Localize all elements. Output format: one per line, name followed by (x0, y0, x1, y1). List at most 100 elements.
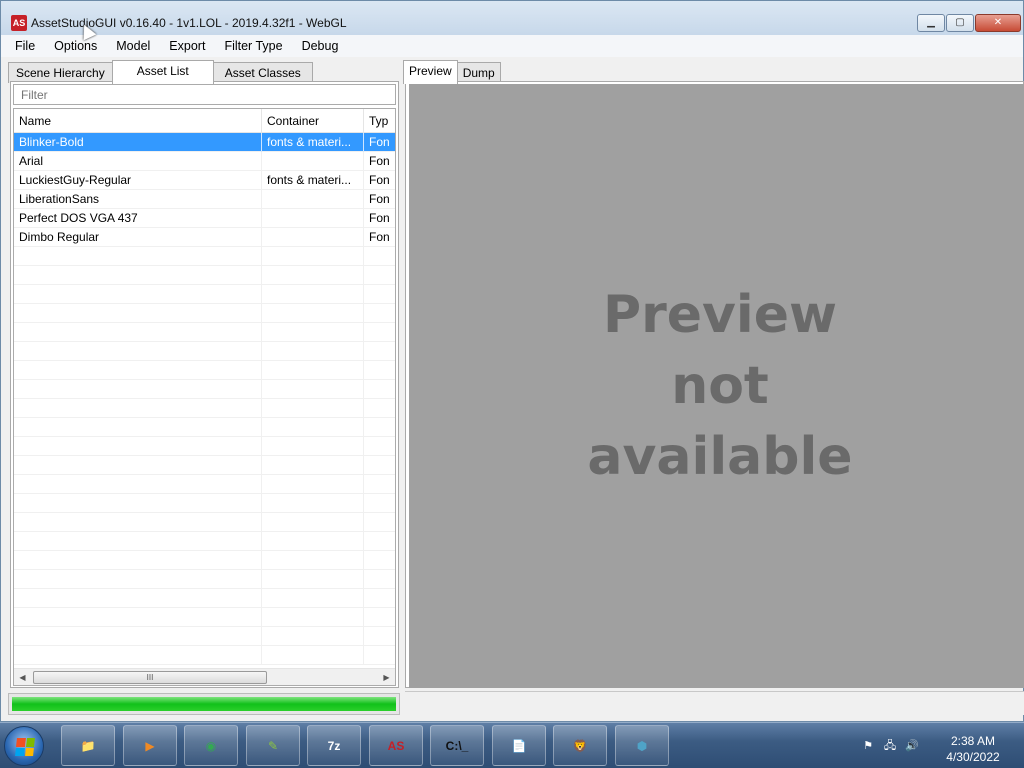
left-tab-strip: Scene Hierarchy Asset List Asset Classes (8, 60, 313, 84)
menu-filter-type[interactable]: Filter Type (224, 39, 282, 53)
empty-cell (262, 266, 364, 285)
taskbar-windows-explorer-button[interactable]: 📁 (61, 725, 115, 766)
horizontal-scrollbar[interactable]: ◀ III ▶ (14, 668, 395, 685)
empty-cell (14, 646, 262, 665)
preview-pane: Preview not available (405, 81, 1024, 688)
preview-area: Preview not available (409, 84, 1024, 688)
taskbar-chrome-button[interactable]: ◉ (184, 725, 238, 766)
empty-row (14, 513, 395, 532)
menu-debug[interactable]: Debug (302, 39, 339, 53)
cell-container (262, 209, 364, 228)
preview-message: Preview not available (587, 285, 853, 487)
empty-cell (14, 475, 262, 494)
minimize-button[interactable]: ▁ (917, 14, 945, 32)
empty-cell (364, 266, 395, 285)
empty-row (14, 532, 395, 551)
menu-export[interactable]: Export (169, 39, 205, 53)
menu-file[interactable]: File (15, 39, 35, 53)
cell-container: fonts & materi... (262, 133, 364, 152)
notepad-plus-plus-icon: ✎ (267, 738, 279, 753)
table-row[interactable]: Blinker-Bold fonts & materi... Fon (14, 133, 395, 152)
empty-cell (364, 589, 395, 608)
column-header-container[interactable]: Container (262, 109, 364, 133)
menu-options[interactable]: Options (54, 39, 97, 53)
column-header-name[interactable]: Name (14, 109, 262, 133)
network-icon[interactable]: 🖧 (882, 738, 898, 754)
tab-dump[interactable]: Dump (456, 62, 501, 83)
empty-cell (364, 456, 395, 475)
tab-preview[interactable]: Preview (403, 60, 458, 84)
taskbar-assetstudio-button[interactable]: AS (369, 725, 423, 766)
taskbar-blocks-app-button[interactable]: ⬢ (615, 725, 669, 766)
table-row[interactable]: LuckiestGuy-Regular fonts & materi... Fon (14, 171, 395, 190)
empty-cell (262, 437, 364, 456)
table-row[interactable]: Arial Fon (14, 152, 395, 171)
title-bar[interactable]: AS AssetStudioGUI v0.16.40 - 1v1.LOL - 2… (1, 1, 1023, 35)
blocks-app-icon: ⬢ (636, 738, 648, 753)
taskbar-7zip-button[interactable]: 7z (307, 725, 361, 766)
status-bar (405, 691, 1024, 715)
asset-list-view[interactable]: Name Container Typ Blinker-Bold fonts & m… (13, 108, 396, 686)
scroll-right-icon[interactable]: ▶ (378, 669, 395, 685)
empty-cell (14, 380, 262, 399)
cell-container (262, 190, 364, 209)
app-icon: AS (11, 15, 27, 31)
empty-cell (262, 380, 364, 399)
tab-asset-list[interactable]: Asset List (111, 60, 214, 84)
table-row[interactable]: Perfect DOS VGA 437 Fon (14, 209, 395, 228)
cell-name: Perfect DOS VGA 437 (14, 209, 262, 228)
tab-asset-classes[interactable]: Asset Classes (212, 62, 313, 83)
chrome-icon: ◉ (205, 738, 217, 753)
tab-scene-hierarchy[interactable]: Scene Hierarchy (8, 62, 113, 83)
cell-name: Dimbo Regular (14, 228, 262, 247)
cell-type: Fon (369, 154, 390, 168)
start-button[interactable] (4, 726, 44, 766)
clock[interactable]: 2:38 AM 4/30/2022 (930, 733, 1016, 765)
empty-cell (262, 570, 364, 589)
empty-cell (364, 494, 395, 513)
filter-input[interactable] (21, 85, 395, 104)
empty-cell (364, 361, 395, 380)
menu-bar: File Options Model Export Filter Type De… (1, 35, 1023, 57)
taskbar-brave-button[interactable]: 🦁 (553, 725, 607, 766)
table-row[interactable]: Dimbo Regular Fon (14, 228, 395, 247)
taskbar-command-prompt-button[interactable]: C:\_ (430, 725, 484, 766)
cell-type: Fon (369, 192, 390, 206)
taskbar-media-player-button[interactable]: ▶ (123, 725, 177, 766)
empty-cell (262, 247, 364, 266)
empty-row (14, 304, 395, 323)
empty-cell (262, 513, 364, 532)
progress-fill (12, 697, 396, 711)
empty-cell (14, 304, 262, 323)
empty-cell (262, 494, 364, 513)
column-header-type[interactable]: Typ (364, 109, 395, 133)
taskbar-notepad-button[interactable]: 📄 (492, 725, 546, 766)
filter-field[interactable] (13, 84, 396, 105)
empty-row (14, 456, 395, 475)
empty-cell (262, 646, 364, 665)
empty-cell (14, 342, 262, 361)
cell-container (262, 228, 364, 247)
clock-date: 4/30/2022 (946, 750, 1000, 764)
scroll-thumb[interactable]: III (33, 671, 267, 684)
scroll-left-icon[interactable]: ◀ (14, 669, 31, 685)
menu-model[interactable]: Model (116, 39, 150, 53)
empty-cell (364, 627, 395, 646)
empty-row (14, 475, 395, 494)
close-button[interactable]: ✕ (975, 14, 1021, 32)
action-center-icon[interactable]: ⚑ (860, 738, 876, 754)
cell-container (262, 152, 364, 171)
empty-cell (262, 551, 364, 570)
empty-cell (364, 247, 395, 266)
empty-row (14, 361, 395, 380)
empty-row (14, 342, 395, 361)
cell-name: LiberationSans (14, 190, 262, 209)
empty-cell (364, 646, 395, 665)
empty-cell (14, 418, 262, 437)
maximize-button[interactable]: ▢ (946, 14, 974, 32)
empty-row (14, 247, 395, 266)
table-row[interactable]: LiberationSans Fon (14, 190, 395, 209)
taskbar-notepad-plus-plus-button[interactable]: ✎ (246, 725, 300, 766)
volume-icon[interactable]: 🔊 (904, 738, 920, 754)
empty-cell (262, 323, 364, 342)
